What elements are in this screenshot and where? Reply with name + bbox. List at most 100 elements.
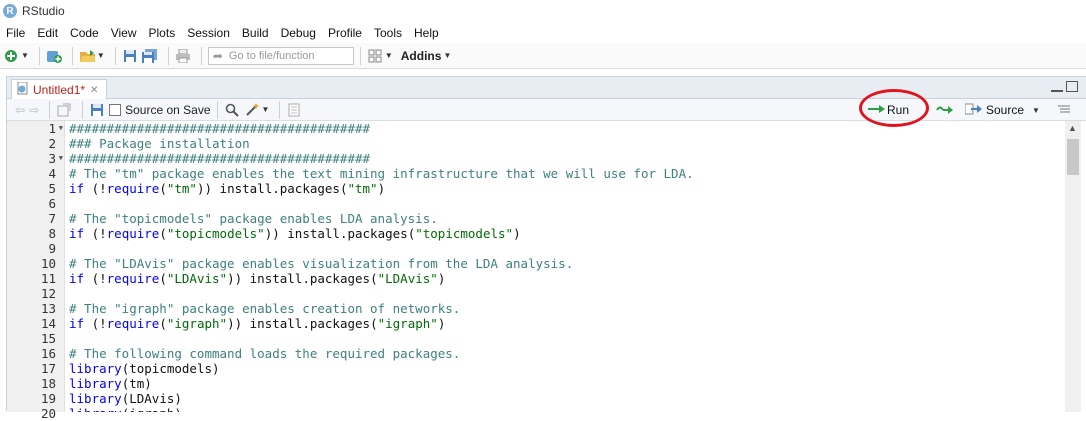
line-number: 1 ▼ <box>7 121 64 136</box>
chevron-down-icon[interactable]: ▼ <box>385 51 393 60</box>
menu-code[interactable]: Code <box>64 26 105 40</box>
new-project-button[interactable] <box>46 46 62 66</box>
code-line[interactable] <box>69 331 1059 346</box>
open-file-button[interactable]: ▼ <box>79 46 105 66</box>
tab-untitled1[interactable]: Untitled1* ✕ <box>11 79 107 100</box>
code-line[interactable]: ######################################## <box>69 121 1059 136</box>
code-token-keyword: library <box>69 406 122 412</box>
code-token-plain: (! <box>84 181 107 196</box>
forward-arrow-icon[interactable]: ⇨ <box>29 103 39 117</box>
new-file-button[interactable]: ▼ <box>3 46 29 66</box>
code-tools-button[interactable]: ▼ <box>244 100 270 120</box>
code-line[interactable]: if (!require("tm")) install.packages("tm… <box>69 181 1059 196</box>
code-token-string: "LDAvis" <box>377 271 438 286</box>
workspace-panes-button[interactable]: ▼ <box>367 46 393 66</box>
menu-session[interactable]: Session <box>181 26 236 40</box>
menu-tools[interactable]: Tools <box>368 26 408 40</box>
run-button[interactable]: Run <box>867 101 909 119</box>
code-line[interactable]: # The "tm" package enables the text mini… <box>69 166 1059 181</box>
minimize-icon[interactable] <box>1051 86 1063 92</box>
code-line[interactable]: if (!require("LDAvis")) install.packages… <box>69 271 1059 286</box>
save-button[interactable] <box>122 46 138 66</box>
code-line[interactable]: library(LDAvis) <box>69 391 1059 406</box>
code-line[interactable]: if (!require("topicmodels")) install.pac… <box>69 226 1059 241</box>
code-line[interactable]: if (!require("igraph")) install.packages… <box>69 316 1059 331</box>
menu-build[interactable]: Build <box>236 26 275 40</box>
line-number-text: 17 <box>40 361 56 376</box>
menu-view[interactable]: View <box>105 26 143 40</box>
show-in-window-button[interactable] <box>56 100 72 120</box>
code-line[interactable]: library(tm) <box>69 376 1059 391</box>
goto-file-function-input[interactable]: ➦ Go to file/function <box>207 46 354 65</box>
line-number: 7 <box>7 211 64 226</box>
fold-toggle-icon[interactable]: ▼ <box>59 151 63 166</box>
save-all-button[interactable] <box>141 46 158 66</box>
menu-profile[interactable]: Profile <box>322 26 368 40</box>
pane-window-controls <box>1051 81 1078 92</box>
code-line[interactable] <box>69 286 1059 301</box>
line-number: 13 <box>7 301 64 316</box>
code-token-comment: ### Package installation <box>69 136 250 151</box>
line-number-text: 10 <box>40 256 56 271</box>
code-line[interactable]: # The "LDAvis" package enables visualiza… <box>69 256 1059 271</box>
source-button[interactable]: Source ▼ <box>964 101 1040 119</box>
compile-report-button[interactable] <box>286 100 302 120</box>
vertical-scrollbar[interactable]: ▲ <box>1065 121 1081 412</box>
code-token-keyword: require <box>106 316 160 331</box>
line-number: 8 <box>7 226 64 241</box>
source-label: Source <box>986 103 1025 117</box>
code-token-plain: (! <box>84 316 107 331</box>
code-line[interactable]: # The "topicmodels" package enables LDA … <box>69 211 1059 226</box>
maximize-icon[interactable] <box>1066 81 1078 92</box>
code-line[interactable]: # The "igraph" package enables creation … <box>69 301 1059 316</box>
chevron-down-icon[interactable]: ▼ <box>443 51 451 60</box>
fold-toggle-icon[interactable]: ▼ <box>59 121 63 136</box>
code-line[interactable]: library(igraph) <box>69 406 1059 412</box>
code-token-keyword: if <box>69 271 85 286</box>
notebook-icon <box>286 102 302 118</box>
chevron-down-icon[interactable]: ▼ <box>262 105 270 114</box>
line-number: 6 <box>7 196 64 211</box>
editor-tab-strip: Untitled1* ✕ <box>7 77 1086 100</box>
back-arrow-icon[interactable]: ⇦ <box>15 103 25 117</box>
line-number: 18 <box>7 376 64 391</box>
menu-plots[interactable]: Plots <box>143 26 182 40</box>
chevron-down-icon[interactable]: ▼ <box>97 51 105 60</box>
addins-menu[interactable]: Addins <box>401 49 442 63</box>
code-editor[interactable]: ########################################… <box>69 121 1059 412</box>
chevron-down-icon[interactable]: ▼ <box>21 51 29 60</box>
source-on-save-checkbox[interactable] <box>109 103 122 116</box>
scroll-up-icon[interactable]: ▲ <box>1068 123 1077 133</box>
print-button[interactable] <box>175 46 191 66</box>
code-token-plain: (igraph) <box>122 406 182 412</box>
code-line[interactable]: # The following command loads the requir… <box>69 346 1059 361</box>
code-token-string: "igraph" <box>377 316 438 331</box>
code-line[interactable] <box>69 241 1059 256</box>
code-token-string: "igraph" <box>166 316 228 331</box>
line-number-text: 4 <box>48 166 56 181</box>
chevron-down-icon[interactable]: ▼ <box>1032 106 1040 115</box>
editor-save-button[interactable] <box>89 100 105 120</box>
line-number: 14 <box>7 316 64 331</box>
line-number: 2 <box>7 136 64 151</box>
menu-debug[interactable]: Debug <box>275 26 322 40</box>
code-line[interactable]: ### Package installation <box>69 136 1059 151</box>
toolbar-divider <box>82 100 84 119</box>
code-token-keyword: library <box>69 391 122 406</box>
rerun-icon[interactable] <box>935 104 955 119</box>
menu-file[interactable]: File <box>0 26 31 40</box>
tab-label: Untitled1* <box>33 83 86 97</box>
menu-edit[interactable]: Edit <box>31 26 64 40</box>
code-token-plain: ) <box>513 226 521 241</box>
menu-help[interactable]: Help <box>408 26 445 40</box>
close-icon[interactable]: ✕ <box>90 85 98 96</box>
code-line[interactable]: ######################################## <box>69 151 1059 166</box>
document-outline-icon[interactable] <box>1058 104 1070 118</box>
code-line[interactable]: library(topicmodels) <box>69 361 1059 376</box>
line-number-text: 1 <box>48 121 56 136</box>
find-replace-button[interactable] <box>224 100 240 120</box>
line-number-text: 6 <box>48 196 56 211</box>
scrollbar-thumb[interactable] <box>1067 139 1079 175</box>
code-line[interactable] <box>69 196 1059 211</box>
run-label: Run <box>887 103 910 117</box>
